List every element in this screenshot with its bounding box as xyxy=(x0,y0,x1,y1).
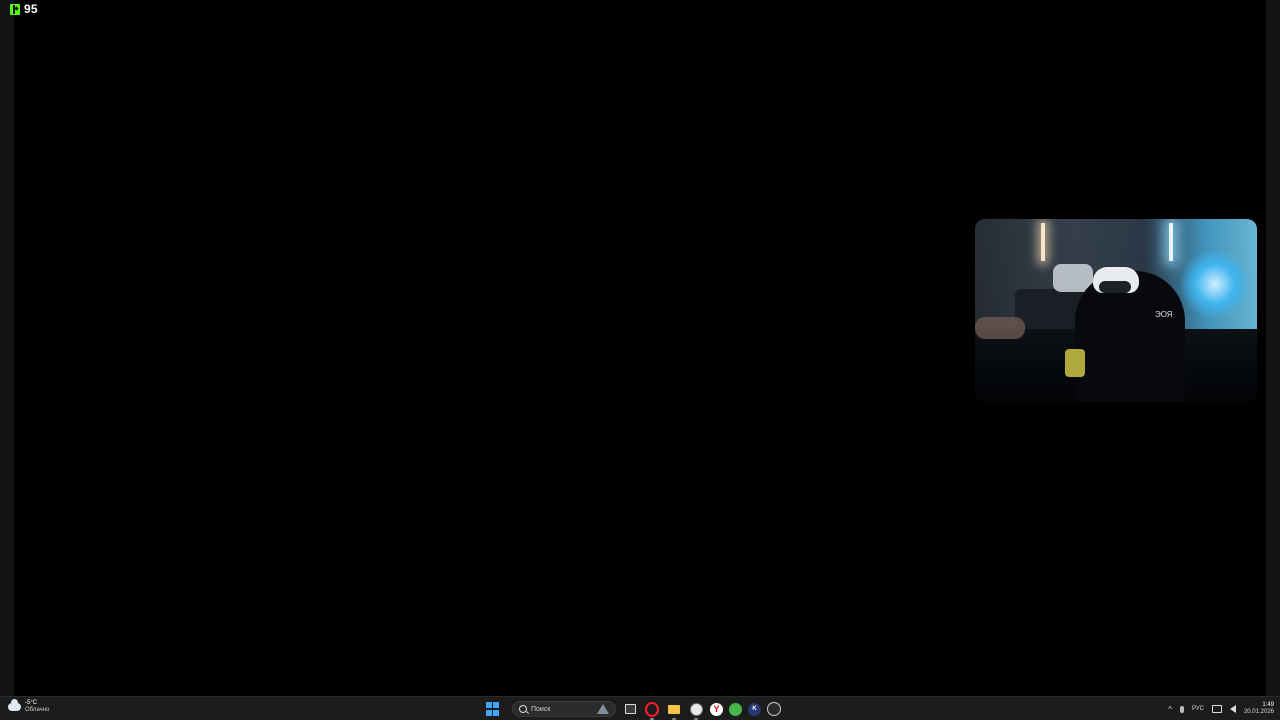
weather-temp: -5°C xyxy=(25,700,38,706)
task-view-icon[interactable] xyxy=(622,701,638,717)
weather-condition: Облачно xyxy=(25,707,50,713)
chevron-up-icon[interactable]: ^ xyxy=(1168,705,1172,714)
microphone-icon[interactable] xyxy=(1179,705,1184,713)
weather-text: -5°C Облачно xyxy=(25,700,49,714)
viewer-count: 95 xyxy=(24,2,38,16)
taskbar-search[interactable]: Поиск xyxy=(512,701,616,717)
blue-app-icon[interactable]: K xyxy=(748,702,761,716)
steam-icon[interactable] xyxy=(688,701,704,720)
network-icon[interactable] xyxy=(1211,705,1222,713)
folder-icon[interactable] xyxy=(666,701,682,720)
webcam-light-left xyxy=(1041,223,1045,261)
kick-logo-icon xyxy=(10,3,20,15)
windows-start-icon[interactable] xyxy=(486,702,500,716)
obs-icon[interactable] xyxy=(767,702,781,716)
clock-time: 1:49 xyxy=(1262,702,1274,708)
webcam-controller xyxy=(1065,349,1085,377)
webcam-lamp-glow xyxy=(1180,249,1250,319)
taskbar: -5°C Облачно Поиск Y K ^ РУС 1:49 20.01.… xyxy=(0,696,1280,720)
green-app-icon[interactable] xyxy=(729,702,742,716)
webcam-overlay: ЭОЯ xyxy=(975,219,1257,403)
left-border xyxy=(0,0,14,696)
clock-date: 20.01.2026 xyxy=(1243,709,1274,715)
language-indicator[interactable]: РУС xyxy=(1192,706,1204,712)
stream-area: 95 ЭОЯ xyxy=(0,0,1280,696)
taskbar-center: Поиск Y K xyxy=(486,699,781,720)
weather-widget[interactable]: -5°C Облачно xyxy=(8,699,49,714)
search-icon xyxy=(519,705,527,713)
opera-icon[interactable] xyxy=(644,701,660,720)
vr-visor xyxy=(1099,281,1131,293)
webcam-overlay-text: ЭОЯ xyxy=(1155,310,1173,319)
webcam-arm xyxy=(975,317,1025,339)
clock[interactable]: 1:49 20.01.2026 xyxy=(1244,702,1274,716)
webcam-light-right xyxy=(1169,223,1173,261)
volume-icon[interactable] xyxy=(1229,705,1236,713)
search-highlight-icon xyxy=(597,704,609,714)
right-border xyxy=(1266,0,1280,696)
yandex-icon[interactable]: Y xyxy=(710,702,723,716)
system-tray: ^ РУС 1:49 20.01.2026 xyxy=(1168,699,1274,719)
viewer-count-badge: 95 xyxy=(10,2,38,16)
cloud-icon xyxy=(8,699,21,711)
search-label: Поиск xyxy=(531,705,551,713)
